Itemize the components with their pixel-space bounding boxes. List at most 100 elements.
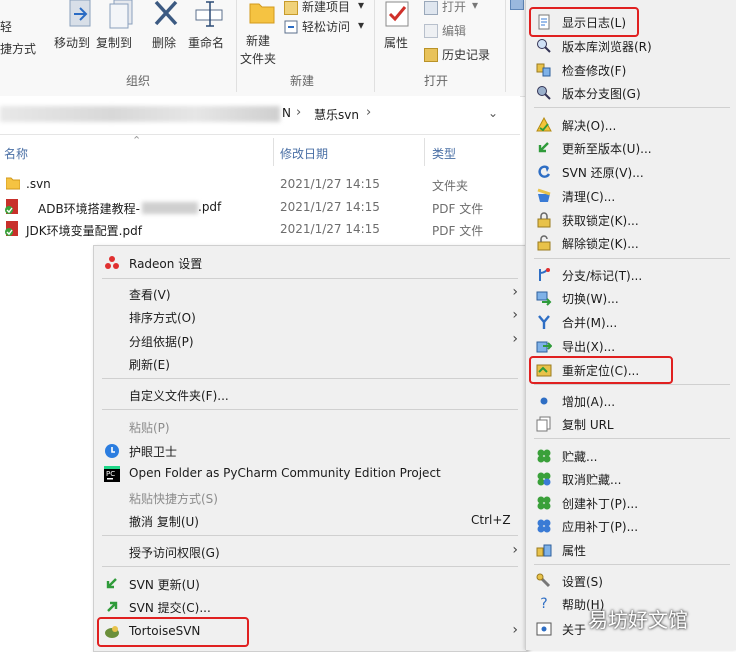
menu-item-undo-copy[interactable]: 撤消 复制(U) Ctrl+Z xyxy=(94,510,526,532)
submenu-item-shelve[interactable]: 贮藏... xyxy=(526,445,736,467)
submenu-item-branch-tag[interactable]: 分支/标记(T)... xyxy=(526,264,736,286)
properties-button[interactable]: 属性 xyxy=(380,0,416,60)
highlight-box xyxy=(97,617,249,647)
menu-item-svn-commit[interactable]: SVN 提交(C)... xyxy=(94,596,526,618)
copy-to-button[interactable]: 复制到 xyxy=(96,0,144,60)
chevron-down-icon[interactable]: ⌄ xyxy=(488,106,498,120)
submenu-item-merge[interactable]: 合并(M)... xyxy=(526,311,736,333)
ribbon-partial-label: 捷方式 xyxy=(0,42,37,56)
table-row[interactable]: JDK环境变量配置.pdf 2021/1/27 14:15 PDF 文件 xyxy=(0,218,520,240)
edit-button[interactable]: 编辑 xyxy=(424,22,494,40)
properties-check-icon xyxy=(385,1,409,27)
submenu-item-svn-revert[interactable]: SVN 还原(V)... xyxy=(526,161,736,183)
eye-guard-icon xyxy=(105,444,119,458)
submenu-item-export[interactable]: 导出(X)... xyxy=(526,335,736,357)
submenu-item-copy-url[interactable]: 复制 URL xyxy=(526,413,736,435)
submenu-item-create-patch[interactable]: 创建补丁(P)... xyxy=(526,492,736,514)
delete-x-icon xyxy=(154,0,178,26)
submenu-item-revision-graph[interactable]: 版本分支图(G) xyxy=(526,82,736,104)
submenu-item-check-modifications[interactable]: 检查修改(F) xyxy=(526,59,736,81)
sort-up-icon: ⌃ xyxy=(132,134,142,147)
column-header-type[interactable]: 类型 xyxy=(432,145,456,162)
lock-icon xyxy=(537,212,551,228)
revert-icon xyxy=(538,165,551,178)
select-all-icon xyxy=(510,0,524,10)
merge-icon xyxy=(538,315,550,329)
open-button[interactable]: 打开 ▾ xyxy=(424,0,494,18)
group-label-new: 新建 xyxy=(290,74,315,88)
menu-separator xyxy=(534,258,730,259)
column-divider[interactable] xyxy=(424,138,425,166)
folder-icon xyxy=(6,177,20,190)
table-row[interactable]: .svn 2021/1/27 14:15 文件夹 xyxy=(0,173,520,195)
context-menu: Radeon 设置 查看(V) › 排序方式(O) › 分组依据(P) › 刷新… xyxy=(93,245,527,652)
dropdown-arrow-icon: ▾ xyxy=(358,0,365,12)
path-segment-current[interactable]: 慧乐svn xyxy=(314,106,359,123)
submenu-item-switch[interactable]: 切换(W)... xyxy=(526,287,736,309)
path-separator-icon: › xyxy=(296,105,302,120)
menu-item-grant-access[interactable]: 授予访问权限(G) › xyxy=(94,541,526,563)
group-label-organize: 组织 xyxy=(126,74,151,88)
move-to-button[interactable]: 移动到 xyxy=(54,0,102,60)
highlight-box xyxy=(529,356,673,384)
rename-button[interactable]: 重命名 xyxy=(188,0,232,60)
menu-separator xyxy=(102,278,518,279)
create-patch-icon xyxy=(537,496,551,510)
table-row[interactable]: ADB环境搭建教程- .pdf 2021/1/27 14:15 PDF 文件 xyxy=(0,196,520,218)
menu-item-svn-update[interactable]: SVN 更新(U) xyxy=(94,573,526,595)
switch-icon xyxy=(536,291,552,306)
submenu-item-get-lock[interactable]: 获取锁定(K)... xyxy=(526,209,736,231)
column-header-name[interactable]: 名称 xyxy=(4,145,28,162)
help-icon: ? xyxy=(540,596,548,612)
shortcut-label: Ctrl+Z xyxy=(471,513,511,527)
submenu-item-settings[interactable]: 设置(S) xyxy=(526,570,736,592)
ribbon-partial-label: 轻 xyxy=(0,20,13,34)
shelve-icon xyxy=(537,449,551,463)
submenu-item-apply-patch[interactable]: 应用补丁(P)... xyxy=(526,515,736,537)
export-icon xyxy=(536,341,552,353)
svn-properties-icon xyxy=(536,544,552,557)
history-button[interactable]: 历史记录 xyxy=(424,46,504,64)
menu-item-paste: 粘贴(P) xyxy=(129,421,170,435)
edit-icon xyxy=(424,24,438,38)
about-icon xyxy=(536,622,552,636)
submenu-item-resolve[interactable]: 解决(O)... xyxy=(526,114,736,136)
ribbon-divider xyxy=(374,0,375,92)
group-label-open: 打开 xyxy=(424,74,449,88)
column-divider[interactable] xyxy=(273,138,274,166)
folder-icon xyxy=(249,3,275,24)
rename-icon xyxy=(195,1,223,27)
submenu-item-repo-browser[interactable]: 版本库浏览器(R) xyxy=(526,35,736,57)
new-item-button[interactable]: 新建项目 ▾ xyxy=(284,0,368,20)
path-separator-icon: › xyxy=(366,105,372,120)
delete-button[interactable]: 删除 xyxy=(148,0,184,60)
menu-item-radeon[interactable]: Radeon 设置 xyxy=(94,252,526,274)
dropdown-arrow-icon: ▾ xyxy=(472,0,479,12)
submenu-item-update-to-revision[interactable]: 更新至版本(U)... xyxy=(526,137,736,159)
submenu-item-release-lock[interactable]: 解除锁定(K)... xyxy=(526,232,736,254)
submenu-item-add[interactable]: 增加(A)... xyxy=(526,390,736,412)
easy-access-button[interactable]: 轻松访问 ▾ xyxy=(284,18,368,38)
new-item-icon xyxy=(284,1,298,15)
menu-item-sort[interactable]: 排序方式(O) › xyxy=(94,306,526,328)
pdf-file-svn-icon xyxy=(5,199,18,214)
path-segment[interactable]: N xyxy=(282,106,291,120)
submenu-item-unshelve[interactable]: 取消贮藏... xyxy=(526,468,736,490)
copy-url-icon xyxy=(536,416,551,432)
menu-item-refresh[interactable]: 刷新(E) xyxy=(94,353,526,375)
menu-item-group-by[interactable]: 分组依据(P) › xyxy=(94,330,526,352)
address-bar[interactable]: N › 慧乐svn › ⌄ xyxy=(0,96,520,135)
menu-item-customize[interactable]: 自定义文件夹(F)... xyxy=(94,384,526,406)
chevron-right-icon: › xyxy=(512,307,518,323)
menu-separator xyxy=(102,409,518,410)
update-to-revision-icon xyxy=(538,142,549,153)
menu-item-pycharm[interactable]: PC Open Folder as PyCharm Community Edit… xyxy=(94,463,526,485)
submenu-item-properties[interactable]: 属性 xyxy=(526,539,736,561)
pycharm-icon: PC xyxy=(104,466,120,482)
watermark: 易坊好文馆 xyxy=(588,608,688,632)
submenu-item-cleanup[interactable]: 清理(C)... xyxy=(526,185,736,207)
menu-item-view[interactable]: 查看(V) › xyxy=(94,283,526,305)
new-folder-button[interactable]: 新建 文件夹 xyxy=(240,0,284,70)
menu-item-eye-guard[interactable]: 护眼卫士 xyxy=(94,440,526,462)
column-header-date[interactable]: 修改日期 xyxy=(280,145,328,162)
